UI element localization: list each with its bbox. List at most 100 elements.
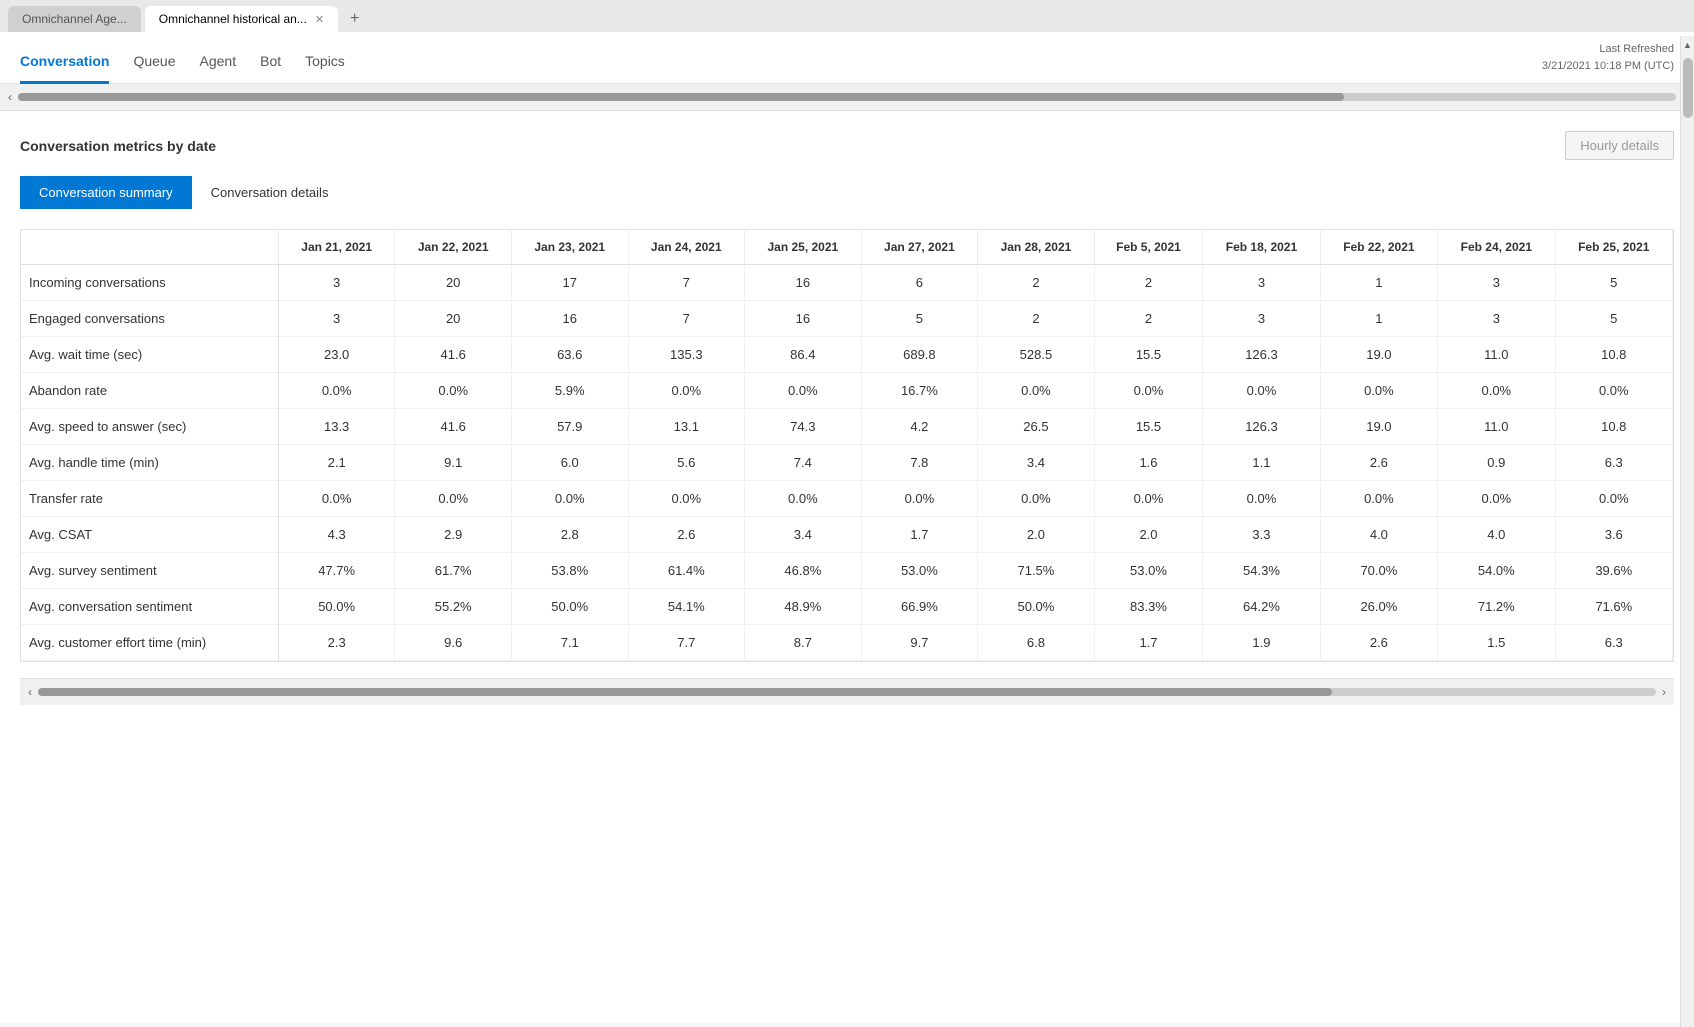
metric-value: 4.0 xyxy=(1438,517,1555,553)
metric-value: 1.7 xyxy=(861,517,978,553)
metric-value: 0.0% xyxy=(1320,373,1437,409)
metric-value: 3.3 xyxy=(1203,517,1320,553)
table-header: Jan 21, 2021Jan 22, 2021Jan 23, 2021Jan … xyxy=(21,230,1673,265)
metric-value: 6.3 xyxy=(1555,445,1672,481)
metric-value: 2.6 xyxy=(1320,445,1437,481)
metric-value: 0.0% xyxy=(1438,481,1555,517)
nav-tab-conversation[interactable]: Conversation xyxy=(20,39,109,84)
vertical-scroll-thumb xyxy=(1683,58,1693,118)
metric-value: 2.6 xyxy=(628,517,745,553)
metric-label: Transfer rate xyxy=(21,481,278,517)
last-refreshed-value: 3/21/2021 10:18 PM (UTC) xyxy=(1542,58,1674,75)
metric-value: 47.7% xyxy=(278,553,395,589)
browser-tab-bar: Omnichannel Age... Omnichannel historica… xyxy=(0,0,1694,32)
metric-value: 53.0% xyxy=(861,553,978,589)
table-row: Transfer rate0.0%0.0%0.0%0.0%0.0%0.0%0.0… xyxy=(21,481,1673,517)
header-date-2: Jan 22, 2021 xyxy=(395,230,512,265)
metric-value: 5 xyxy=(1555,265,1672,301)
metric-value: 1.1 xyxy=(1203,445,1320,481)
nav-tab-agent[interactable]: Agent xyxy=(200,39,237,84)
metric-value: 2.6 xyxy=(1320,625,1437,661)
metric-value: 5.9% xyxy=(511,373,628,409)
metric-value: 0.0% xyxy=(1203,373,1320,409)
scroll-left-button-bottom[interactable]: ‹ xyxy=(28,685,32,699)
metric-value: 13.1 xyxy=(628,409,745,445)
metric-value: 48.9% xyxy=(745,589,862,625)
metric-value: 3 xyxy=(1203,265,1320,301)
metric-value: 0.0% xyxy=(278,481,395,517)
metric-value: 689.8 xyxy=(861,337,978,373)
table-row: Avg. speed to answer (sec)13.341.657.913… xyxy=(21,409,1673,445)
scroll-left-button[interactable]: ‹ xyxy=(8,90,12,104)
metric-value: 3 xyxy=(278,265,395,301)
metric-value: 1.5 xyxy=(1438,625,1555,661)
metric-value: 2 xyxy=(1094,301,1203,337)
right-scrollbar[interactable]: ▲ xyxy=(1680,36,1694,1027)
metric-label: Avg. wait time (sec) xyxy=(21,337,278,373)
metric-value: 1.9 xyxy=(1203,625,1320,661)
metric-value: 2.3 xyxy=(278,625,395,661)
metric-value: 528.5 xyxy=(978,337,1095,373)
metric-value: 70.0% xyxy=(1320,553,1437,589)
metric-value: 71.6% xyxy=(1555,589,1672,625)
metric-value: 16 xyxy=(745,301,862,337)
metric-value: 55.2% xyxy=(395,589,512,625)
metric-value: 54.3% xyxy=(1203,553,1320,589)
metric-value: 5 xyxy=(1555,301,1672,337)
metric-value: 0.0% xyxy=(978,373,1095,409)
metric-value: 2 xyxy=(978,265,1095,301)
metric-value: 11.0 xyxy=(1438,337,1555,373)
nav-tab-topics[interactable]: Topics xyxy=(305,39,345,84)
add-tab-button[interactable]: + xyxy=(342,6,367,32)
metric-value: 0.0% xyxy=(1203,481,1320,517)
scroll-track-bottom[interactable] xyxy=(38,688,1656,696)
metric-value: 53.8% xyxy=(511,553,628,589)
header-row: Jan 21, 2021Jan 22, 2021Jan 23, 2021Jan … xyxy=(21,230,1673,265)
metric-label: Incoming conversations xyxy=(21,265,278,301)
metric-value: 41.6 xyxy=(395,409,512,445)
metric-value: 3 xyxy=(1438,301,1555,337)
scroll-up-icon[interactable]: ▲ xyxy=(1679,36,1694,54)
nav-tab-queue[interactable]: Queue xyxy=(133,39,175,84)
metric-value: 4.3 xyxy=(278,517,395,553)
scroll-right-button-bottom[interactable]: › xyxy=(1662,685,1666,699)
metric-value: 1 xyxy=(1320,301,1437,337)
metric-value: 4.2 xyxy=(861,409,978,445)
nav-tab-bot[interactable]: Bot xyxy=(260,39,281,84)
header-date-11: Feb 24, 2021 xyxy=(1438,230,1555,265)
header-date-9: Feb 18, 2021 xyxy=(1203,230,1320,265)
metric-label: Avg. customer effort time (min) xyxy=(21,625,278,661)
sub-tab-conversation-summary[interactable]: Conversation summary xyxy=(20,176,192,209)
scroll-track[interactable] xyxy=(18,93,1676,101)
data-table: Jan 21, 2021Jan 22, 2021Jan 23, 2021Jan … xyxy=(21,230,1673,661)
metric-value: 71.2% xyxy=(1438,589,1555,625)
metric-value: 50.0% xyxy=(978,589,1095,625)
hourly-details-button[interactable]: Hourly details xyxy=(1565,131,1674,160)
metric-value: 50.0% xyxy=(278,589,395,625)
metric-value: 71.5% xyxy=(978,553,1095,589)
table-row: Avg. handle time (min)2.19.16.05.67.47.8… xyxy=(21,445,1673,481)
sub-tab-list: Conversation summary Conversation detail… xyxy=(20,176,1674,209)
metric-value: 7 xyxy=(628,265,745,301)
tab-omnichannel-historical[interactable]: Omnichannel historical an... ✕ xyxy=(145,6,338,32)
tab-omnichannel-agent[interactable]: Omnichannel Age... xyxy=(8,6,141,32)
app-container: Conversation Queue Agent Bot Topics Last… xyxy=(0,32,1694,1023)
table-body: Incoming conversations320177166223135Eng… xyxy=(21,265,1673,661)
close-icon[interactable]: ✕ xyxy=(315,13,324,26)
metric-value: 20 xyxy=(395,301,512,337)
section-header: Conversation metrics by date Hourly deta… xyxy=(20,131,1674,160)
metric-value: 7.8 xyxy=(861,445,978,481)
metric-value: 7 xyxy=(628,301,745,337)
metric-value: 1.7 xyxy=(1094,625,1203,661)
data-table-container: Jan 21, 2021Jan 22, 2021Jan 23, 2021Jan … xyxy=(20,229,1674,662)
bottom-scrollbar: ‹ › xyxy=(20,678,1674,705)
metric-value: 83.3% xyxy=(1094,589,1203,625)
metric-value: 39.6% xyxy=(1555,553,1672,589)
main-content: Conversation metrics by date Hourly deta… xyxy=(0,111,1694,1023)
header-date-1: Jan 21, 2021 xyxy=(278,230,395,265)
metric-value: 15.5 xyxy=(1094,409,1203,445)
metric-value: 10.8 xyxy=(1555,337,1672,373)
metric-value: 2.0 xyxy=(1094,517,1203,553)
sub-tab-conversation-details[interactable]: Conversation details xyxy=(192,176,348,209)
metric-label: Abandon rate xyxy=(21,373,278,409)
